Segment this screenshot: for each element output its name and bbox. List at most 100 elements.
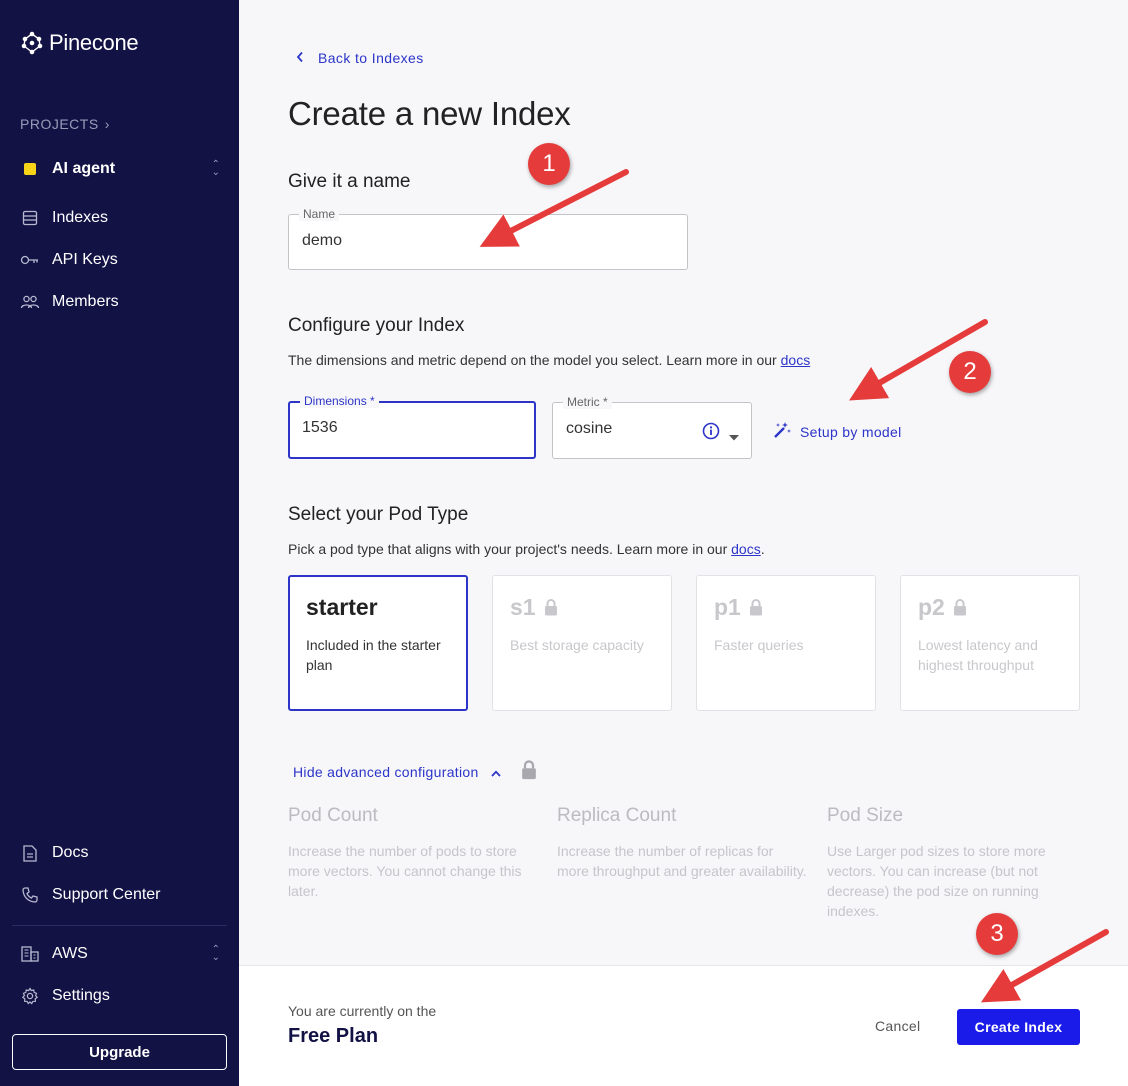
create-index-button[interactable]: Create Index	[957, 1009, 1080, 1045]
pod-count-description: Increase the number of pods to store mor…	[288, 843, 522, 899]
name-field-label: Name	[299, 207, 340, 221]
project-color-dot	[24, 163, 36, 175]
configure-docs-link[interactable]: docs	[781, 352, 811, 368]
sidebar-item-docs[interactable]: Docs	[20, 840, 220, 866]
setup-by-model-label: Setup by model	[800, 423, 902, 440]
annotation-badge-1: 1	[528, 143, 570, 185]
upgrade-button[interactable]: Upgrade	[12, 1034, 227, 1070]
pod-name-text: p1	[714, 594, 741, 620]
pod-description: Pick a pod type that aligns with your pr…	[288, 541, 765, 557]
replica-count-title: Replica Count	[557, 805, 677, 826]
sidebar-item-label: Indexes	[52, 209, 109, 226]
sidebar-item-label: Settings	[52, 987, 110, 1004]
document-icon	[20, 843, 40, 863]
pinecone-logo[interactable]: Pinecone	[21, 30, 139, 56]
annotation-badge-2: 2	[949, 351, 991, 393]
pod-count-title: Pod Count	[288, 805, 378, 826]
list-icon	[20, 208, 40, 228]
configure-description-text: The dimensions and metric depend on the …	[288, 352, 777, 368]
advanced-config-label: Hide advanced configuration	[293, 763, 479, 780]
sidebar-item-api-keys[interactable]: API Keys	[20, 247, 220, 273]
configure-description: The dimensions and metric depend on the …	[288, 352, 810, 368]
pod-name-text: s1	[510, 594, 536, 620]
pod-size-description: Use Larger pod sizes to store more vecto…	[827, 843, 1046, 919]
pod-name-text: p2	[918, 594, 945, 620]
sidebar-item-settings[interactable]: Settings	[20, 983, 220, 1009]
pod-description: Faster queries	[714, 637, 804, 653]
pod-card-s1[interactable]: s1 Best storage capacity	[492, 575, 672, 711]
pod-description-text: Pick a pod type that aligns with your pr…	[288, 541, 728, 557]
pod-name: p2	[918, 594, 1062, 621]
gear-icon	[20, 986, 40, 1006]
page-title: Create a new Index	[288, 95, 571, 132]
sidebar-item-label: Members	[52, 293, 119, 310]
dropdown-caret-icon[interactable]	[729, 428, 739, 446]
pod-card-starter[interactable]: starter Included in the starter plan	[288, 575, 468, 711]
pod-docs-link[interactable]: docs	[731, 541, 761, 557]
sidebar-item-label: API Keys	[52, 251, 118, 268]
project-selector[interactable]: AI agent ⌃ ⌄	[20, 156, 220, 182]
sidebar-item-indexes[interactable]: Indexes	[20, 205, 220, 231]
lock-icon	[749, 599, 762, 616]
annotation-badge-3: 3	[976, 913, 1018, 955]
plan-note: You are currently on the	[288, 1003, 437, 1019]
chevron-left-icon	[296, 50, 304, 66]
metric-field-value: cosine	[566, 420, 613, 437]
back-to-indexes-link[interactable]: Back to Indexes	[296, 50, 424, 66]
pod-count-section: Pod Count Increase the number of pods to…	[288, 805, 540, 901]
pod-name: s1	[510, 594, 654, 621]
back-link-label: Back to Indexes	[318, 50, 424, 66]
info-icon[interactable]	[702, 422, 720, 445]
magic-wand-icon	[772, 420, 792, 443]
replica-count-description: Increase the number of replicas for more…	[557, 843, 807, 879]
lock-icon	[544, 599, 557, 616]
pinecone-logo-icon	[21, 31, 43, 55]
metric-select[interactable]: Metric * cosine	[552, 395, 752, 459]
sidebar-item-label: Support Center	[52, 886, 161, 903]
footer-bar: You are currently on the Free Plan Cance…	[239, 965, 1128, 1086]
pod-description: Best storage capacity	[510, 637, 644, 653]
members-icon	[20, 292, 40, 312]
plan-name: Free Plan	[288, 1025, 379, 1047]
pod-name: starter	[306, 594, 450, 621]
projects-label: PROJECTS	[20, 116, 99, 132]
project-name: AI agent	[52, 160, 116, 177]
index-name-field[interactable]: Name demo	[288, 207, 688, 270]
sidebar-item-members[interactable]: Members	[20, 289, 220, 315]
updown-chevron-icon: ⌃ ⌄	[211, 944, 220, 963]
sidebar-item-label: AWS	[52, 945, 88, 962]
pod-description: Lowest latency and highest throughput	[918, 637, 1038, 673]
name-field-value: demo	[302, 232, 343, 249]
name-section-heading: Give it a name	[288, 171, 411, 192]
sidebar-item-label: Docs	[52, 844, 89, 861]
pod-size-title: Pod Size	[827, 805, 904, 826]
pod-name-text: starter	[306, 594, 378, 620]
phone-icon	[20, 885, 40, 905]
cancel-button[interactable]: Cancel	[875, 1018, 920, 1034]
sidebar-divider	[12, 925, 227, 926]
projects-link[interactable]: PROJECTS ›	[20, 116, 110, 132]
chevron-right-icon: ›	[104, 116, 110, 132]
pod-size-section: Pod Size Use Larger pod sizes to store m…	[827, 805, 1067, 921]
sidebar: Pinecone PROJECTS › AI agent ⌃ ⌄ Indexes …	[0, 0, 239, 1086]
sidebar-item-support-center[interactable]: Support Center	[20, 882, 220, 908]
pod-section-heading: Select your Pod Type	[288, 504, 469, 525]
building-icon	[20, 944, 40, 964]
pod-card-p1[interactable]: p1 Faster queries	[696, 575, 876, 711]
dimensions-field[interactable]: Dimensions * 1536	[288, 394, 536, 459]
advanced-config-toggle[interactable]: Hide advanced configuration	[293, 760, 537, 783]
dimensions-field-value: 1536	[302, 419, 338, 436]
configure-section-heading: Configure your Index	[288, 315, 465, 336]
key-icon	[20, 250, 40, 270]
metric-field-label: Metric *	[563, 395, 612, 409]
pod-description: Included in the starter plan	[306, 637, 441, 673]
updown-chevron-icon: ⌃ ⌄	[211, 159, 220, 178]
sidebar-item-aws[interactable]: AWS ⌃ ⌄	[20, 941, 220, 967]
setup-by-model-link[interactable]: Setup by model	[772, 420, 901, 443]
dimensions-field-label: Dimensions *	[300, 394, 379, 408]
lock-icon	[521, 760, 537, 783]
lock-icon	[953, 599, 966, 616]
pod-card-p2[interactable]: p2 Lowest latency and highest throughput	[900, 575, 1080, 711]
chevron-up-icon	[490, 764, 501, 780]
brand-name: Pinecone	[49, 30, 139, 55]
